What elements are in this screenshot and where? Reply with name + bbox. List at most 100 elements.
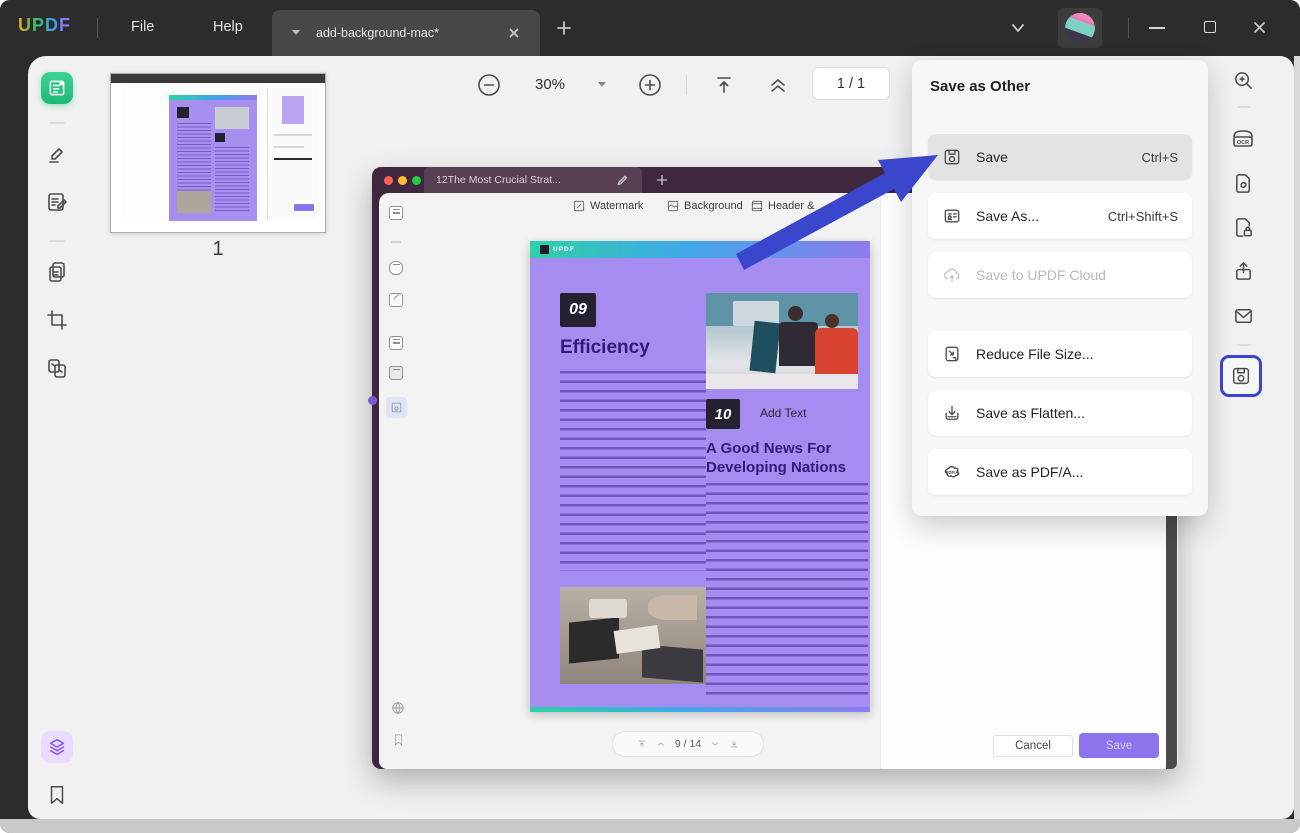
sidebar-item-comment[interactable] bbox=[41, 138, 73, 170]
rename-pencil-icon bbox=[616, 174, 628, 186]
mac-cancel-button: Cancel bbox=[993, 735, 1073, 757]
header-footer-label: Header & bbox=[768, 200, 814, 212]
convert-icon bbox=[45, 356, 69, 380]
menu-item-save-as-flatten[interactable]: Save as Flatten... bbox=[928, 390, 1192, 436]
compress-doc-icon[interactable] bbox=[1232, 172, 1255, 195]
section-number-10: 10 bbox=[706, 399, 740, 429]
mini-globe-icon bbox=[391, 701, 405, 720]
close-window-icon[interactable] bbox=[1252, 20, 1267, 35]
mini-comment-icon bbox=[389, 261, 403, 275]
tab-dropdown-icon[interactable] bbox=[292, 30, 300, 35]
mac-minimize-icon bbox=[398, 176, 407, 185]
menu-item-label: Save bbox=[976, 149, 1008, 165]
divider bbox=[49, 122, 65, 124]
mini-organize-icon bbox=[389, 336, 403, 350]
zoom-in-button[interactable] bbox=[637, 72, 663, 98]
menu-item-shortcut: Ctrl+S bbox=[1142, 150, 1178, 165]
menu-item-save-as-pdfa[interactable]: PDF/A Save as PDF/A... bbox=[928, 449, 1192, 495]
menu-item-label: Save as PDF/A... bbox=[976, 464, 1083, 480]
thumbnail-page-number: 1 bbox=[110, 238, 326, 261]
window-edge bbox=[1294, 56, 1300, 819]
mac-save-button: Save bbox=[1079, 733, 1159, 758]
cloud-upload-icon bbox=[942, 265, 962, 285]
mini-edit-icon bbox=[389, 293, 403, 307]
save-button-highlighted[interactable] bbox=[1220, 355, 1262, 397]
page-thumbnail[interactable] bbox=[110, 73, 326, 233]
tab-close-icon[interactable] bbox=[508, 27, 520, 39]
maximize-icon[interactable] bbox=[1204, 21, 1216, 33]
menu-file[interactable]: File bbox=[131, 19, 154, 35]
mac-new-tab-icon bbox=[656, 174, 668, 186]
body-text-right bbox=[706, 483, 868, 695]
chevron-down-icon[interactable] bbox=[1010, 21, 1026, 35]
doc-logo-text: UPDF bbox=[553, 246, 575, 253]
pdfa-icon-text: PDF/A bbox=[946, 470, 958, 475]
mac-page-navigator: 9 / 14 bbox=[612, 731, 764, 757]
minimize-icon[interactable] bbox=[1149, 27, 1165, 29]
go-to-top-button[interactable] bbox=[712, 73, 736, 97]
menu-item-label: Reduce File Size... bbox=[976, 346, 1094, 362]
menu-item-save[interactable]: Save Ctrl+S bbox=[928, 134, 1192, 180]
email-icon[interactable] bbox=[1232, 304, 1255, 327]
updf-logo: UPDF bbox=[18, 15, 71, 36]
page-up-button[interactable] bbox=[766, 73, 790, 97]
menu-title: Save as Other bbox=[930, 78, 1030, 95]
page-indicator[interactable]: 1 / 1 bbox=[812, 67, 890, 100]
thumb-doc-page bbox=[169, 95, 257, 221]
sidebar-item-layers[interactable] bbox=[41, 731, 73, 763]
divider bbox=[49, 240, 65, 242]
sidebar-item-organize-pages[interactable] bbox=[41, 256, 73, 288]
menu-item-reduce-file-size[interactable]: Reduce File Size... bbox=[928, 331, 1192, 377]
divider bbox=[1237, 344, 1251, 346]
photo-office-meeting bbox=[706, 293, 858, 389]
sidebar-item-bookmark[interactable] bbox=[41, 779, 73, 811]
reduce-size-icon bbox=[942, 344, 962, 364]
page-header-strip: UPDF bbox=[530, 241, 870, 258]
mini-stamp-icon bbox=[389, 366, 403, 380]
sidebar-item-crop[interactable] bbox=[41, 304, 73, 336]
photo-desk-hands bbox=[560, 587, 706, 684]
divider bbox=[1237, 106, 1251, 108]
new-tab-icon[interactable] bbox=[556, 20, 572, 36]
share-icon[interactable] bbox=[1232, 260, 1255, 283]
sidebar-item-edit[interactable] bbox=[41, 186, 73, 218]
ocr-icon[interactable]: OCR bbox=[1230, 126, 1256, 152]
menu-item-save-to-cloud[interactable]: Save to UPDF Cloud bbox=[928, 252, 1192, 298]
thumb-side-panel bbox=[267, 88, 319, 220]
menu-item-save-as[interactable]: Save As... Ctrl+Shift+S bbox=[928, 193, 1192, 239]
background-label: Background bbox=[684, 200, 743, 212]
prev-page-icon bbox=[656, 739, 666, 749]
search-icon[interactable] bbox=[1232, 69, 1255, 92]
save-floppy-icon bbox=[1230, 365, 1252, 387]
zoom-dropdown-icon[interactable] bbox=[598, 82, 606, 87]
save-as-icon bbox=[942, 206, 962, 226]
divider bbox=[686, 75, 687, 95]
mac-tab: 12The Most Crucial Strat... bbox=[424, 167, 642, 193]
heading-line-2: Developing Nations bbox=[706, 458, 868, 477]
edit-pdf-icon bbox=[45, 190, 69, 214]
next-page-icon bbox=[710, 739, 720, 749]
protect-doc-icon[interactable] bbox=[1232, 216, 1255, 239]
mac-tab-title: 12The Most Crucial Strat... bbox=[436, 174, 561, 186]
selection-dot bbox=[368, 396, 377, 405]
sidebar-item-reader[interactable] bbox=[41, 72, 73, 104]
menu-help[interactable]: Help bbox=[213, 19, 243, 35]
divider bbox=[391, 241, 401, 243]
body-text-left bbox=[560, 371, 706, 571]
app-window: UPDF File Help add-background-mac* bbox=[0, 0, 1300, 833]
zoom-out-button[interactable] bbox=[476, 72, 502, 98]
menu-item-shortcut: Ctrl+Shift+S bbox=[1108, 209, 1178, 224]
zoom-level[interactable]: 30% bbox=[528, 76, 572, 93]
section-heading-efficiency: Efficiency bbox=[560, 337, 650, 359]
menu-item-label: Save As... bbox=[976, 208, 1039, 224]
section-heading-good-news: A Good News For Developing Nations bbox=[706, 439, 868, 477]
thumb-titlebar bbox=[111, 74, 325, 83]
highlighter-icon bbox=[45, 142, 69, 166]
mini-thumbnail-icon bbox=[389, 206, 403, 220]
document-tab[interactable]: add-background-mac* bbox=[272, 10, 540, 56]
ocr-icon-text: OCR bbox=[1237, 140, 1249, 146]
divider bbox=[1128, 18, 1129, 38]
account-button[interactable] bbox=[1058, 8, 1102, 48]
mini-save-icon bbox=[386, 397, 407, 418]
sidebar-item-convert[interactable] bbox=[41, 352, 73, 384]
